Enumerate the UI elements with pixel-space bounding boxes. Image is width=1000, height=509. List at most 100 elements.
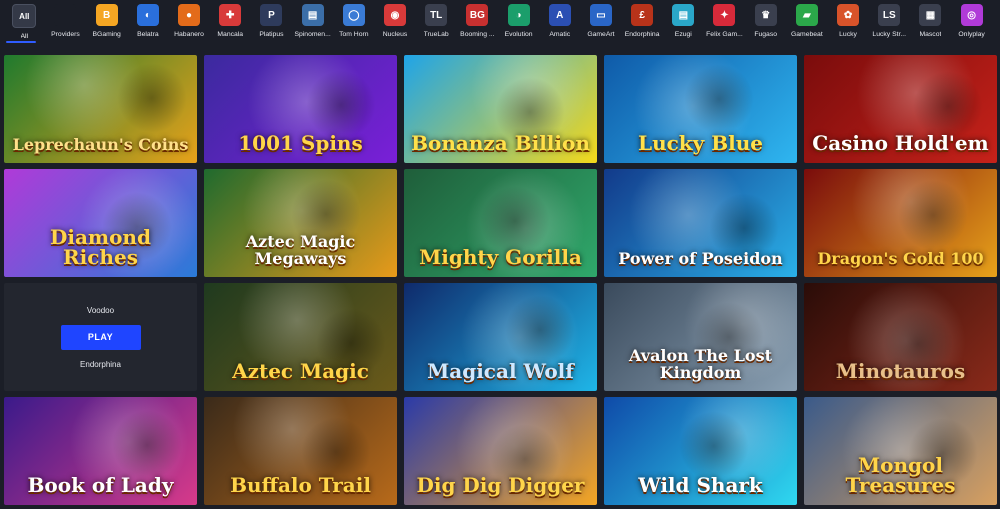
- provider-logo-icon: B: [95, 4, 118, 26]
- game-tile-casino-hold-em[interactable]: Casino Hold'em: [804, 55, 997, 163]
- game-tile-minotauros[interactable]: Minotauros: [804, 283, 997, 391]
- provider-logo-icon: BG: [466, 4, 489, 26]
- game-tile-diamond-riches[interactable]: Diamond Riches: [4, 169, 197, 277]
- provider-item-gamebeat[interactable]: ▰ Gamebeat: [787, 0, 828, 44]
- provider-label: TrueLab: [423, 31, 449, 38]
- provider-logo-icon: ▤: [672, 4, 695, 26]
- provider-item-evolution[interactable]: ◑ Evolution: [498, 0, 539, 44]
- provider-item-mancala[interactable]: ✚ Mancala: [210, 0, 251, 44]
- provider-logo-icon: ◯: [342, 4, 365, 26]
- provider-logo-icon: ◐: [136, 4, 159, 26]
- provider-label: Mancala: [217, 31, 244, 38]
- provider-label: Evolution: [504, 31, 533, 38]
- game-title: Power of Poseidon: [618, 249, 783, 268]
- game-title: Aztec Magic: [232, 359, 369, 383]
- provider-logo-icon: A: [548, 4, 571, 26]
- provider-logo-icon: ◉: [383, 4, 406, 26]
- game-art-shape: [898, 180, 968, 250]
- game-tile-mighty-gorilla[interactable]: Mighty Gorilla: [404, 169, 597, 277]
- game-tile-bonanza-billion[interactable]: Bonanza Billion: [404, 55, 597, 163]
- game-tile-hover[interactable]: Voodoo PLAY Endorphina: [4, 283, 197, 391]
- game-art-shape: [684, 64, 754, 134]
- game-title: Leprechaun's Coins: [12, 135, 189, 154]
- provider-label: Ezugi: [674, 31, 692, 38]
- game-title: 1001 Spins: [238, 131, 363, 155]
- provider-item-habanero[interactable]: ● Habanero: [169, 0, 210, 44]
- provider-item-spinomen-[interactable]: ▤ Spinomen...: [292, 0, 333, 44]
- provider-label: Belatra: [137, 31, 159, 38]
- provider-item-booming-[interactable]: BG Booming ...: [457, 0, 498, 44]
- game-title: Mighty Gorilla: [419, 245, 582, 269]
- game-grid: Leprechaun's Coins 1001 Spins Bonanza Bill…: [4, 55, 997, 505]
- game-tile-dig-dig-digger[interactable]: Dig Dig Digger: [404, 397, 597, 505]
- game-tile-1001-spins[interactable]: 1001 Spins: [204, 55, 397, 163]
- provider-item-belatra[interactable]: ◐ Belatra: [128, 0, 169, 44]
- game-tile-leprechaun-s-coins[interactable]: Leprechaun's Coins: [4, 55, 197, 163]
- game-tile-buffalo-trail[interactable]: Buffalo Trail: [204, 397, 397, 505]
- provider-logo-icon: All: [12, 4, 37, 28]
- provider-label: All: [20, 33, 29, 40]
- provider-item-felix-gam-[interactable]: ✦ Felix Gam...: [704, 0, 745, 44]
- game-title: Dragon's Gold 100: [817, 249, 984, 268]
- game-art-shape: [306, 70, 376, 140]
- provider-label: Habanero: [174, 31, 204, 38]
- game-title: Diamond Riches: [50, 225, 151, 269]
- game-tile-aztec-magic[interactable]: Aztec Magic: [204, 283, 397, 391]
- provider-label: Amatic: [549, 31, 571, 38]
- provider-item-lucky[interactable]: ✿ Lucky: [828, 0, 869, 44]
- provider-logo-icon: [54, 4, 77, 26]
- provider-item-fugaso[interactable]: ♛ Fugaso: [745, 0, 786, 44]
- game-tile-lucky-blue[interactable]: Lucky Blue: [604, 55, 797, 163]
- game-title: Wild Shark: [638, 473, 763, 497]
- provider-logo-icon: ◎: [960, 4, 983, 26]
- provider-item-bgaming[interactable]: B BGaming: [86, 0, 127, 44]
- game-sub-provider: Endorphina: [80, 359, 121, 369]
- provider-logo-icon: ♛: [754, 4, 777, 26]
- provider-item-truelab[interactable]: TL TrueLab: [416, 0, 457, 44]
- provider-label: Booming ...: [460, 31, 495, 38]
- provider-filter-bar: All All Providers B BGaming ◐ Belatra ● Habanero…: [0, 0, 1000, 48]
- game-title: Lucky Blue: [638, 131, 763, 155]
- game-tile-wild-shark[interactable]: Wild Shark: [604, 397, 797, 505]
- provider-item-amatic[interactable]: A Amatic: [539, 0, 580, 44]
- provider-item-providers[interactable]: Providers: [45, 0, 86, 44]
- provider-label: Nucleus: [382, 31, 408, 38]
- game-title: Avalon The Lost Kingdom: [629, 346, 772, 382]
- game-title: Dig Dig Digger: [416, 473, 585, 497]
- game-tile-aztec-magic-megaways[interactable]: Aztec Magic Megaways: [204, 169, 397, 277]
- provider-label: Onlyplay: [958, 31, 985, 38]
- provider-item-nucleus[interactable]: ◉ Nucleus: [375, 0, 416, 44]
- provider-item-mascot[interactable]: ▦ Mascot: [910, 0, 951, 44]
- game-title: Minotauros: [835, 359, 966, 383]
- provider-label: GameArt: [587, 31, 615, 38]
- game-tile-book-of-lady[interactable]: Book of Lady: [4, 397, 197, 505]
- game-tile-magical-wolf[interactable]: Magical Wolf: [404, 283, 597, 391]
- provider-item-lucky-str-[interactable]: LS Lucky Str...: [869, 0, 910, 44]
- provider-label: Fugaso: [754, 31, 777, 38]
- game-tile-avalon-the-lost-kingdom[interactable]: Avalon The Lost Kingdom: [604, 283, 797, 391]
- game-art-shape: [117, 63, 187, 133]
- provider-label: Spinomen...: [294, 31, 331, 38]
- provider-label: Lucky Str...: [872, 31, 907, 38]
- provider-logo-icon: ▤: [301, 4, 324, 26]
- provider-logo-icon: ◑: [507, 4, 530, 26]
- provider-item-tom-horn[interactable]: ◯ Tom Horn: [334, 0, 375, 44]
- provider-item-endorphina[interactable]: £ Endorphina: [622, 0, 663, 44]
- game-tile-power-of-poseidon[interactable]: Power of Poseidon: [604, 169, 797, 277]
- active-filter-underline: [6, 41, 36, 43]
- game-tile-mongol-treasures[interactable]: Mongol Treasures: [804, 397, 997, 505]
- provider-item-ezugi[interactable]: ▤ Ezugi: [663, 0, 704, 44]
- play-button[interactable]: PLAY: [60, 324, 141, 350]
- provider-item-platipus[interactable]: P Platipus: [251, 0, 292, 44]
- provider-item-gameart[interactable]: ▭ GameArt: [581, 0, 622, 44]
- provider-item-all[interactable]: All All: [4, 0, 45, 44]
- provider-item-onlyplay[interactable]: ◎ Onlyplay: [951, 0, 992, 44]
- provider-logo-icon: ▦: [919, 4, 942, 26]
- provider-logo-icon: LS: [878, 4, 901, 26]
- provider-label: Mascot: [919, 31, 942, 38]
- game-title: Mongol Treasures: [845, 453, 956, 497]
- game-tile-dragon-s-gold-100[interactable]: Dragon's Gold 100: [804, 169, 997, 277]
- game-title: Casino Hold'em: [812, 131, 989, 155]
- game-title: Bonanza Billion: [411, 131, 590, 155]
- game-art-shape: [505, 295, 575, 365]
